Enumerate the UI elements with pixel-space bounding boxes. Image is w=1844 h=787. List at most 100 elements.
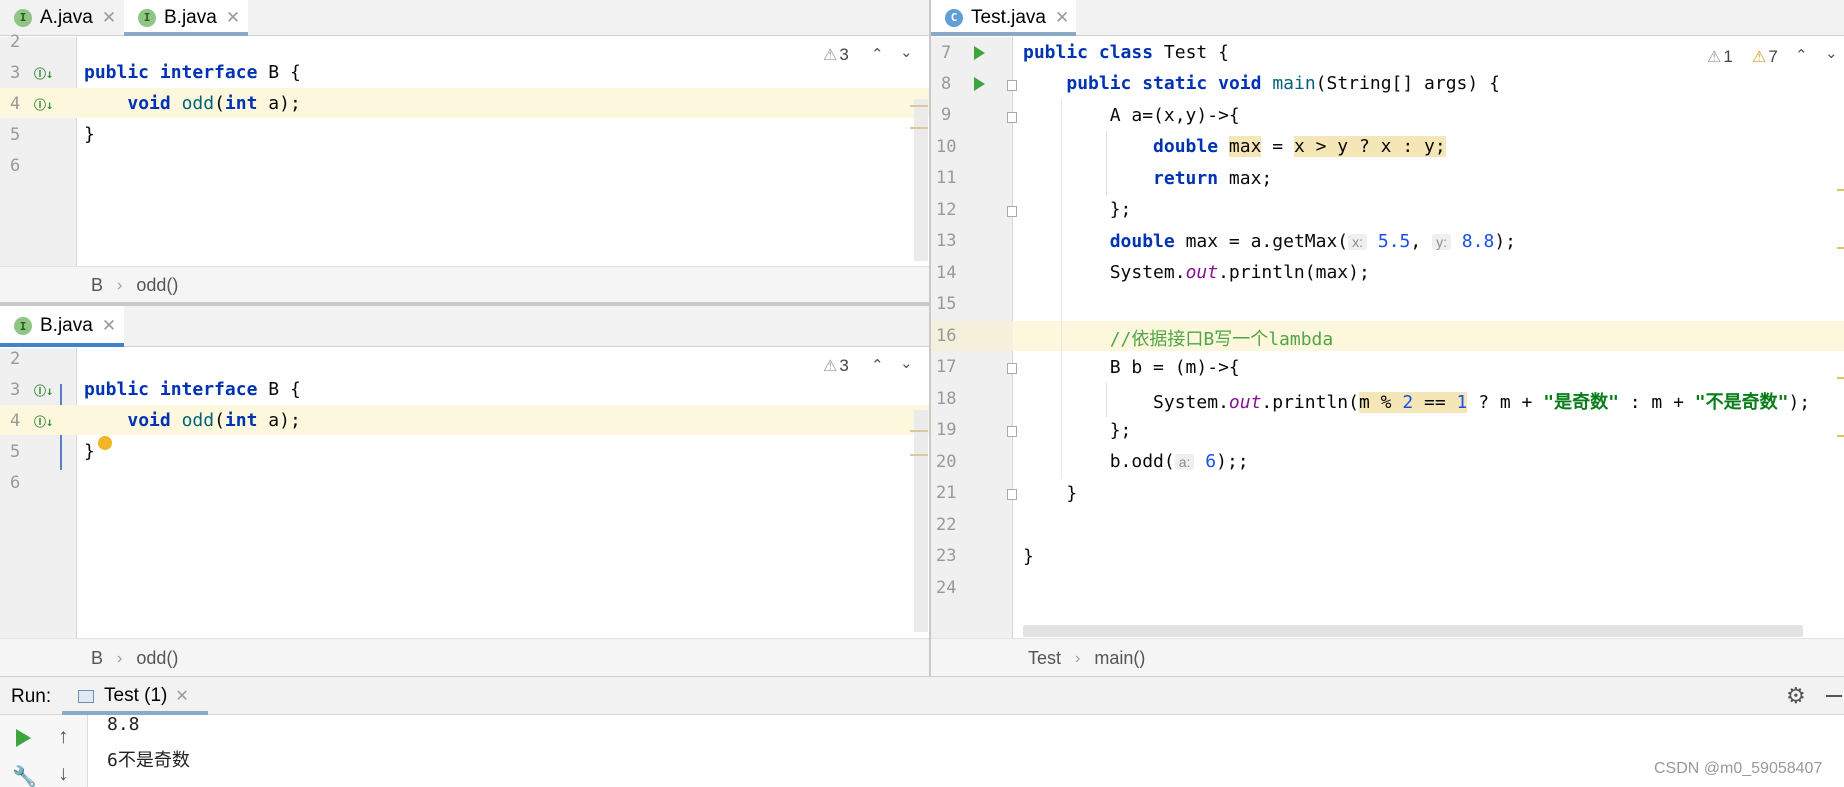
console-line: 6不是奇数	[107, 750, 190, 771]
code-line-12: };	[1109, 199, 1132, 220]
line-number: 3	[10, 380, 21, 400]
line-number: 2	[10, 32, 21, 52]
close-icon[interactable]: ✕	[1055, 8, 1069, 28]
line-number: 10	[936, 137, 957, 157]
line-number: 5	[10, 442, 21, 462]
left-bottom-breadcrumb-bar: B › odd()	[0, 638, 929, 676]
fold-icon[interactable]	[1007, 112, 1017, 123]
code-line-17: B b = (m)->{	[1109, 357, 1240, 378]
code-line-10: double max = x > y ? x : y;	[1153, 136, 1446, 157]
breadcrumb[interactable]: Test › main()	[1028, 648, 1145, 669]
gear-icon[interactable]: ⚙	[1786, 683, 1806, 709]
chevron-down-icon[interactable]: ⌄	[900, 354, 913, 372]
line-number: 21	[936, 483, 957, 503]
fold-icon[interactable]	[1007, 489, 1017, 500]
run-tab-label: Test (1)	[104, 685, 168, 706]
run-toolbar: ↑ 🔧 ↓	[0, 715, 88, 787]
breadcrumb-class[interactable]: Test	[1028, 648, 1061, 669]
code-line-9: A a=(x,y)->{	[1109, 105, 1240, 126]
code-line-11: return max;	[1153, 168, 1273, 189]
tab-b-java[interactable]: I B.java ✕	[0, 306, 124, 347]
line-number: 5	[10, 125, 21, 145]
implemented-icon[interactable]: Ⓘ↓	[34, 65, 53, 82]
code-line-3: public interface B {	[84, 62, 301, 83]
breadcrumb[interactable]: B › odd()	[91, 275, 178, 296]
code-line-23: }	[1023, 546, 1034, 567]
param-hint: y:	[1432, 234, 1451, 250]
close-icon[interactable]: ✕	[175, 686, 188, 706]
tab-b-java[interactable]: I B.java ✕	[124, 0, 248, 36]
param-hint: a:	[1174, 454, 1195, 470]
console-icon	[78, 689, 94, 703]
scroll-marker	[910, 105, 928, 107]
scroll-marker	[1837, 247, 1844, 249]
class-icon: C	[945, 8, 963, 27]
warnings-indicator[interactable]: ⚠ 3	[823, 45, 849, 65]
breadcrumb[interactable]: B › odd()	[91, 648, 178, 669]
line-number: 6	[10, 156, 21, 176]
line-number: 24	[936, 578, 957, 598]
warning-icon: ⚠	[1752, 49, 1767, 66]
run-icon[interactable]	[974, 46, 985, 60]
weak-warnings-indicator[interactable]: ⚠ 1	[1707, 47, 1733, 67]
scroll-up-icon[interactable]: ↑	[58, 725, 69, 749]
rerun-icon[interactable]	[16, 729, 31, 747]
run-tab[interactable]: Test (1) ✕	[62, 677, 208, 715]
console-output[interactable]: 8.8 6不是奇数 CSDN @m0_59058407	[89, 714, 1844, 787]
line-number: 8	[941, 74, 952, 94]
warnings-indicator[interactable]: ⚠ 7	[1752, 47, 1778, 67]
tab-label: B.java	[164, 6, 217, 28]
code-line-19: };	[1109, 420, 1132, 441]
chevron-up-icon[interactable]: ⌃	[1795, 46, 1808, 64]
scrollbar[interactable]	[914, 99, 928, 261]
breadcrumb-method[interactable]: odd()	[136, 275, 178, 296]
chevron-down-icon[interactable]: ⌄	[900, 43, 913, 61]
scroll-down-icon[interactable]: ↓	[58, 762, 69, 786]
run-panel-header: Run: Test (1) ✕ ⚙	[0, 676, 1844, 715]
fold-icon[interactable]	[1007, 80, 1017, 91]
tab-test-java[interactable]: C Test.java ✕	[931, 0, 1076, 36]
breadcrumb-class[interactable]: B	[91, 275, 103, 296]
implemented-icon[interactable]: Ⓘ↓	[34, 96, 53, 113]
lightbulb-icon[interactable]	[98, 436, 112, 450]
fold-icon[interactable]	[1007, 426, 1017, 437]
code-line-5: }	[84, 124, 95, 145]
close-icon[interactable]: ✕	[102, 316, 116, 336]
tab-label: A.java	[40, 6, 93, 28]
interface-icon: I	[138, 8, 156, 27]
wrench-icon[interactable]: 🔧	[12, 764, 37, 787]
left-top-breadcrumb-bar: B › odd()	[0, 266, 929, 302]
breadcrumb-class[interactable]: B	[91, 648, 103, 669]
close-icon[interactable]: ✕	[226, 8, 240, 28]
breadcrumb-method[interactable]: odd()	[136, 648, 178, 669]
chevron-down-icon[interactable]: ⌄	[1825, 44, 1838, 62]
tab-a-java[interactable]: I A.java ✕	[0, 0, 124, 35]
right-editor[interactable]: 7 8 9 10 11 12 13 14 15 16 17 18 19 20 2…	[931, 37, 1844, 638]
fold-icon[interactable]	[1007, 206, 1017, 217]
warning-icon: ⚠	[823, 47, 838, 64]
implemented-icon[interactable]: Ⓘ↓	[34, 413, 53, 430]
left-bottom-editor[interactable]: 2 3 4 5 6 Ⓘ↓ Ⓘ↓ public interface B { voi…	[0, 348, 929, 638]
tab-label: Test.java	[971, 6, 1046, 28]
code-line-8: public static void main(String[] args) {	[1066, 73, 1500, 94]
horizontal-scrollbar[interactable]	[1023, 625, 1803, 637]
line-number: 12	[936, 200, 957, 220]
scroll-marker	[910, 127, 928, 129]
chevron-up-icon[interactable]: ⌃	[871, 45, 884, 63]
breadcrumb-method[interactable]: main()	[1094, 648, 1145, 669]
implemented-icon[interactable]: Ⓘ↓	[34, 382, 53, 399]
fold-icon[interactable]	[1007, 363, 1017, 374]
right-tabbar: C Test.java ✕	[931, 0, 1844, 36]
line-number: 16	[936, 326, 957, 346]
chevron-right-icon: ›	[1075, 649, 1081, 667]
scrollbar[interactable]	[914, 410, 928, 632]
warnings-indicator[interactable]: ⚠ 3	[823, 356, 849, 376]
interface-icon: I	[14, 317, 32, 335]
run-icon[interactable]	[974, 77, 985, 91]
minimize-icon[interactable]	[1826, 695, 1842, 697]
chevron-up-icon[interactable]: ⌃	[871, 356, 884, 374]
line-number: 7	[941, 43, 952, 63]
close-icon[interactable]: ✕	[102, 8, 116, 28]
left-top-editor[interactable]: 2 3 4 5 6 Ⓘ↓ Ⓘ↓ public interface B { voi…	[0, 32, 929, 266]
watermark: CSDN @m0_59058407	[1654, 760, 1823, 777]
